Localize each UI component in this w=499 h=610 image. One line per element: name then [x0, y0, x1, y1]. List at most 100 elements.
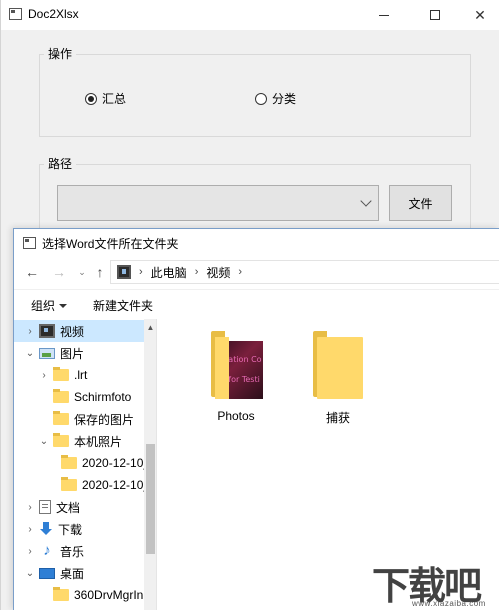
- watermark-logo: 下载吧 www.xiazaiba.com: [372, 555, 496, 608]
- folder-icon: [61, 455, 77, 469]
- video-folder-icon: [39, 324, 55, 338]
- tree-item-label: 视频: [60, 324, 85, 339]
- tree-item-360drvmgr[interactable]: 360DrvMgrIn: [14, 584, 144, 606]
- tree-item-label: Schirmfoto: [74, 390, 132, 404]
- watermark-url: www.xiazaiba.com: [412, 599, 486, 608]
- close-button[interactable]: ✕: [457, 0, 499, 30]
- collapse-chevron-icon[interactable]: ⌄: [23, 568, 37, 579]
- breadcrumb-this-pc[interactable]: 此电脑: [151, 264, 187, 281]
- dialog-title: 选择Word文件所在文件夹: [42, 237, 179, 251]
- folder-item-label: 捕获: [325, 411, 350, 425]
- organize-menu-button[interactable]: 组织: [31, 297, 68, 314]
- maximize-icon: [430, 10, 440, 20]
- path-group-label: 路径: [44, 155, 77, 172]
- expand-chevron-icon[interactable]: ›: [23, 524, 37, 535]
- expand-chevron-icon[interactable]: ›: [37, 370, 51, 381]
- tree-item-date-folder[interactable]: 2020-12-10_: [14, 474, 150, 496]
- tree-item-label: 下载: [58, 522, 83, 537]
- radio-summary[interactable]: 汇总: [85, 90, 126, 107]
- tree-item-documents[interactable]: › 文档: [14, 496, 144, 518]
- dropdown-caret-icon: [59, 303, 68, 308]
- back-arrow-icon[interactable]: ←: [22, 262, 42, 282]
- tree-item-videos[interactable]: › 视频: [14, 320, 144, 342]
- expand-chevron-icon[interactable]: ›: [23, 326, 37, 337]
- breadcrumb-separator-icon[interactable]: ›: [195, 266, 199, 278]
- folder-icon: [53, 587, 69, 601]
- radio-classify-label: 分类: [272, 92, 297, 106]
- dialog-toolbar: 组织 新建文件夹: [14, 289, 499, 319]
- tree-item-camera-roll[interactable]: ⌄ 本机照片: [14, 430, 144, 452]
- navigation-pane: › 视频 ⌄ 图片 › .lrt Schirmfoto 保存的图片 ⌄ 本机照片: [14, 319, 157, 610]
- maximize-button[interactable]: [412, 0, 458, 30]
- tree-item-desktop[interactable]: ⌄ 桌面: [14, 562, 144, 584]
- tree-item-label: 图片: [60, 346, 85, 361]
- address-bar[interactable]: › 此电脑 › 视频 ›: [110, 260, 499, 284]
- tree-item-label: 文档: [56, 500, 81, 515]
- forward-arrow-icon[interactable]: →: [49, 262, 69, 282]
- tree-item-label: 本机照片: [74, 434, 123, 449]
- radio-button-checked[interactable]: [85, 92, 97, 105]
- folder-icon: [53, 367, 69, 381]
- recent-locations-chevron-icon[interactable]: ⌄: [72, 262, 92, 282]
- tree-item-schirmfoto[interactable]: Schirmfoto: [14, 386, 144, 408]
- folder-icon: [53, 411, 69, 425]
- minimize-icon: [379, 14, 389, 16]
- breadcrumb-videos[interactable]: 视频: [206, 264, 230, 281]
- breadcrumb-separator-icon[interactable]: ›: [238, 266, 242, 278]
- tree-item-lrt[interactable]: › .lrt: [14, 364, 144, 386]
- radio-button-unchecked[interactable]: [255, 92, 267, 105]
- folder-icon: [313, 331, 363, 401]
- navigation-bar: ← → ⌄ ↑ › 此电脑 › 视频 ›: [14, 257, 499, 287]
- music-icon: ♪: [43, 542, 51, 559]
- tree-item-label: 保存的图片: [74, 412, 135, 427]
- app-icon: [9, 8, 22, 20]
- folder-item-label: Photos: [217, 409, 255, 423]
- folder-icon: [53, 389, 69, 403]
- scrollbar-thumb[interactable]: [146, 444, 155, 554]
- collapse-chevron-icon[interactable]: ⌄: [37, 436, 51, 447]
- collapse-chevron-icon[interactable]: ⌄: [23, 348, 37, 359]
- nav-pane-scrollbar[interactable]: ▲: [144, 319, 156, 610]
- scroll-up-arrow-icon[interactable]: ▲: [144, 323, 156, 332]
- tree-item-pictures[interactable]: ⌄ 图片: [14, 342, 144, 364]
- tree-item-saved-pictures[interactable]: 保存的图片: [14, 408, 144, 430]
- close-icon: ✕: [474, 6, 486, 23]
- tree-item-label: 音乐: [60, 544, 85, 559]
- breadcrumb-separator-icon[interactable]: ›: [139, 266, 143, 278]
- operation-group-label: 操作: [44, 45, 77, 62]
- radio-classify[interactable]: 分类: [255, 90, 296, 107]
- dialog-title-bar[interactable]: 选择Word文件所在文件夹: [14, 229, 499, 257]
- folder-picker-dialog: 选择Word文件所在文件夹 ← → ⌄ ↑ › 此电脑 › 视频 › 组织 新建…: [13, 228, 499, 610]
- minimize-button[interactable]: [361, 0, 407, 30]
- download-icon: [39, 522, 53, 536]
- photo-folder-icon: luation Co y for Testi: [211, 331, 263, 401]
- tree-item-downloads[interactable]: › 下载: [14, 518, 144, 540]
- organize-label: 组织: [31, 299, 56, 313]
- tree-item-date-folder[interactable]: 2020-12-10_: [14, 452, 150, 474]
- video-folder-icon: [117, 265, 131, 279]
- desktop-icon: [39, 567, 55, 579]
- dialog-app-icon: [23, 237, 36, 249]
- expand-chevron-icon[interactable]: ›: [23, 546, 37, 557]
- path-combobox[interactable]: [57, 185, 379, 221]
- window-title: Doc2Xlsx: [28, 7, 79, 21]
- tree-item-label: .lrt: [74, 368, 88, 382]
- chevron-down-icon[interactable]: [360, 195, 372, 207]
- up-arrow-icon[interactable]: ↑: [90, 262, 110, 282]
- title-bar[interactable]: Doc2Xlsx ✕: [1, 0, 499, 30]
- tree-item-label: 2020-12-10_: [82, 478, 151, 492]
- radio-summary-label: 汇总: [102, 92, 127, 106]
- folder-item-capture[interactable]: 捕获: [298, 331, 378, 431]
- file-button[interactable]: 文件: [389, 185, 452, 221]
- tree-item-label: 2020-12-10_: [82, 456, 151, 470]
- folder-icon: [61, 477, 77, 491]
- pictures-folder-icon: [39, 347, 55, 359]
- expand-chevron-icon[interactable]: ›: [23, 502, 37, 513]
- documents-icon: [39, 500, 51, 514]
- folder-icon: [53, 433, 69, 447]
- tree-item-label: 桌面: [60, 566, 85, 581]
- tree-item-label: 360DrvMgrIn: [74, 588, 144, 602]
- folder-item-photos[interactable]: luation Co y for Testi Photos: [196, 331, 276, 431]
- tree-item-music[interactable]: › ♪ 音乐: [14, 540, 144, 562]
- new-folder-button[interactable]: 新建文件夹: [93, 297, 153, 314]
